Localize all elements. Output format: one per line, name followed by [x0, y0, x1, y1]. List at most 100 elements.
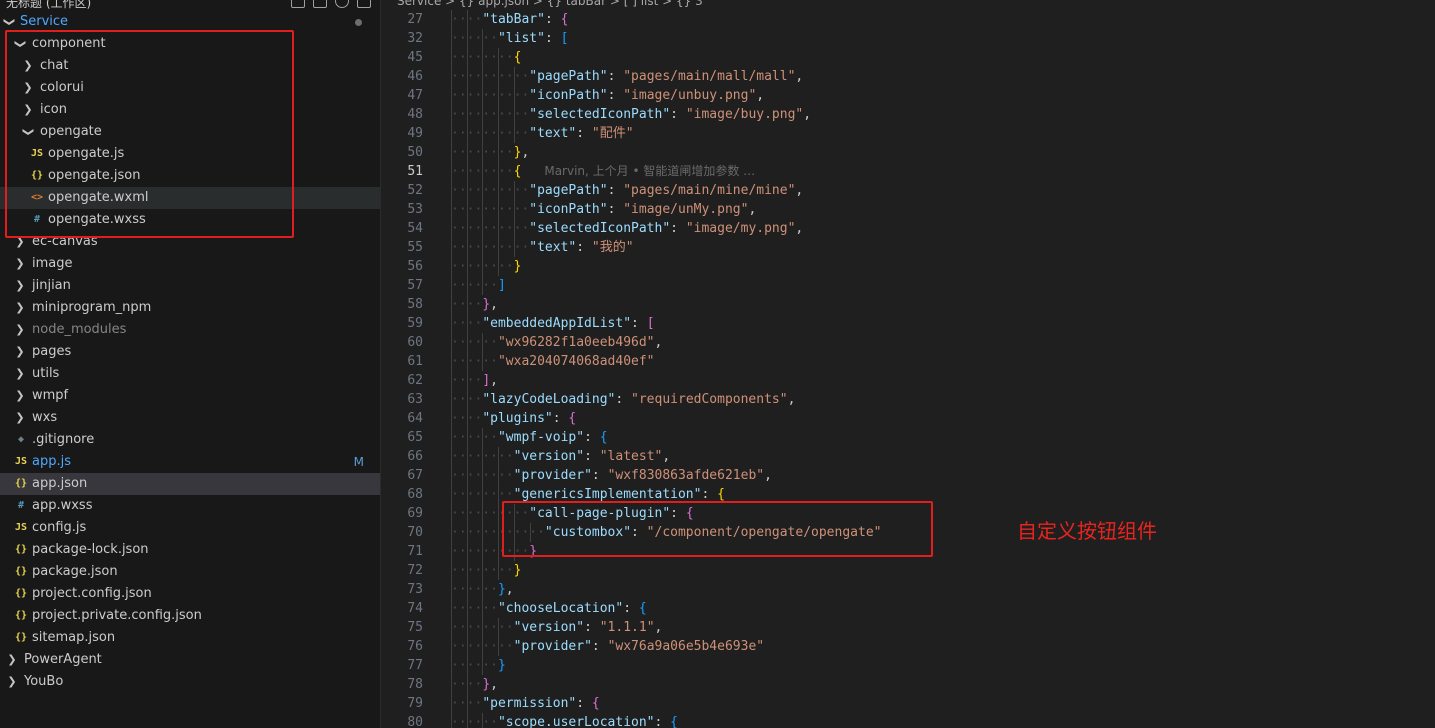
- modified-dot-icon: [355, 19, 362, 26]
- breadcrumb[interactable]: Service > {} app.json > {} tabBar > [ ] …: [397, 0, 703, 8]
- code-line[interactable]: 78 ····},: [381, 675, 1435, 694]
- chevron-right-icon: ❯: [7, 653, 17, 666]
- code-line[interactable]: 80 ······"scope.userLocation": {: [381, 713, 1435, 728]
- code-line[interactable]: 72 ········}: [381, 561, 1435, 580]
- line-number: 67: [407, 468, 423, 483]
- code-text: ····},: [451, 677, 498, 692]
- code-line[interactable]: 61 ······"wxa204074068ad40ef": [381, 352, 1435, 371]
- tree-item[interactable]: ❯ node_modules: [0, 319, 380, 341]
- code-text: ········"provider": "wx76a9a06e5b4e693e": [451, 639, 765, 654]
- code-text: ··········"pagePath": "pages/main/mine/m…: [451, 183, 804, 198]
- tree-item[interactable]: ❯ jinjian: [0, 275, 380, 297]
- code-line[interactable]: 46 ··········"pagePath": "pages/main/mall…: [381, 67, 1435, 86]
- code-line[interactable]: 75 ········"version": "1.1.1",: [381, 618, 1435, 637]
- tree-item[interactable]: JS config.js: [0, 517, 380, 539]
- code-line[interactable]: 56 ········}: [381, 257, 1435, 276]
- new-folder-icon[interactable]: [313, 0, 327, 8]
- tree-item[interactable]: {} app.json: [0, 473, 380, 495]
- refresh-icon[interactable]: [335, 0, 349, 8]
- code-line[interactable]: 64 ····"plugins": {: [381, 409, 1435, 428]
- code-line[interactable]: 62 ····],: [381, 371, 1435, 390]
- json-file-icon: {}: [14, 610, 28, 621]
- tree-item[interactable]: JS app.js M: [0, 451, 380, 473]
- code-line[interactable]: 50 ········},: [381, 143, 1435, 162]
- code-line[interactable]: 66 ········"version": "latest",: [381, 447, 1435, 466]
- code-line[interactable]: 60 ······"wx96282f1a0eeb496d",: [381, 333, 1435, 352]
- tree-item-label: YouBo: [24, 674, 64, 689]
- tree-item[interactable]: {} project.private.config.json: [0, 605, 380, 627]
- code-text: ··········"iconPath": "image/unMy.png",: [451, 202, 757, 217]
- tree-item[interactable]: ❯ pages: [0, 341, 380, 363]
- line-number: 73: [407, 582, 423, 597]
- code-text: ······"chooseLocation": {: [451, 601, 647, 616]
- code-line[interactable]: 76 ········"provider": "wx76a9a06e5b4e693…: [381, 637, 1435, 656]
- tree-item-label: project.config.json: [32, 586, 152, 601]
- code-line[interactable]: 51 ········{ Marvin, 上个月 • 智能道闸增加参数 …: [381, 162, 1435, 181]
- tree-item[interactable]: {} package.json: [0, 561, 380, 583]
- tree-item[interactable]: ❯ PowerAgent: [0, 649, 380, 671]
- highlight-box-component: [5, 30, 294, 238]
- tree-item[interactable]: ◆ .gitignore: [0, 429, 380, 451]
- code-line[interactable]: 77 ······}: [381, 656, 1435, 675]
- explorer-header: 无标题 (工作区): [0, 0, 380, 10]
- new-file-icon[interactable]: [291, 0, 305, 8]
- tree-item[interactable]: {} package-lock.json: [0, 539, 380, 561]
- code-text: ··········"text": "配件": [451, 126, 634, 141]
- tree-item[interactable]: {} project.config.json: [0, 583, 380, 605]
- collapse-all-icon[interactable]: [357, 0, 371, 8]
- tree-item-label: wxs: [32, 410, 58, 425]
- code-line[interactable]: 73 ······},: [381, 580, 1435, 599]
- code-text: ··········"pagePath": "pages/main/mall/m…: [451, 69, 804, 84]
- tree-item[interactable]: ❯ miniprogram_npm: [0, 297, 380, 319]
- code-line[interactable]: 67 ········"provider": "wxf830863afde621e…: [381, 466, 1435, 485]
- chevron-right-icon: ❯: [15, 389, 25, 402]
- tree-item[interactable]: ❯ image: [0, 253, 380, 275]
- line-number: 32: [407, 31, 423, 46]
- tree-item[interactable]: ❯ YouBo: [0, 671, 380, 693]
- chevron-right-icon: ❯: [7, 675, 17, 688]
- code-editor[interactable]: Service > {} app.json > {} tabBar > [ ] …: [381, 0, 1435, 728]
- json-file-icon: {}: [14, 632, 28, 643]
- tree-item[interactable]: ❯ utils: [0, 363, 380, 385]
- code-text: ······}: [451, 658, 506, 673]
- line-number: 54: [407, 221, 423, 236]
- line-number: 63: [407, 392, 423, 407]
- code-line[interactable]: 58 ····},: [381, 295, 1435, 314]
- code-text: ········{ Marvin, 上个月 • 智能道闸增加参数 …: [451, 164, 756, 179]
- line-number: 49: [407, 126, 423, 141]
- code-line[interactable]: 53 ··········"iconPath": "image/unMy.png"…: [381, 200, 1435, 219]
- code-line[interactable]: 45 ········{: [381, 48, 1435, 67]
- code-text: ··········"iconPath": "image/unbuy.png",: [451, 88, 765, 103]
- code-line[interactable]: 79 ····"permission": {: [381, 694, 1435, 713]
- code-text: ····],: [451, 373, 498, 388]
- tree-item[interactable]: {} sitemap.json: [0, 627, 380, 649]
- code-line[interactable]: 57 ······]: [381, 276, 1435, 295]
- code-text: ········}: [451, 259, 522, 274]
- code-line[interactable]: 65 ······"wmpf-voip": {: [381, 428, 1435, 447]
- json-file-icon: {}: [14, 544, 28, 555]
- line-number: 76: [407, 639, 423, 654]
- line-number: 65: [407, 430, 423, 445]
- tree-item-label: project.private.config.json: [32, 608, 202, 623]
- code-line[interactable]: 63 ····"lazyCodeLoading": "requiredCompon…: [381, 390, 1435, 409]
- code-line[interactable]: 74 ······"chooseLocation": {: [381, 599, 1435, 618]
- code-text: ········"provider": "wxf830863afde621eb"…: [451, 468, 772, 483]
- tree-item[interactable]: ❯ wmpf: [0, 385, 380, 407]
- code-line[interactable]: 55 ··········"text": "我的": [381, 238, 1435, 257]
- code-line[interactable]: 48 ··········"selectedIconPath": "image/b…: [381, 105, 1435, 124]
- code-line[interactable]: 32 ······"list": [: [381, 29, 1435, 48]
- code-line[interactable]: 52 ··········"pagePath": "pages/main/mine…: [381, 181, 1435, 200]
- code-line[interactable]: 59 ····"embeddedAppIdList": [: [381, 314, 1435, 333]
- code-line[interactable]: 47 ··········"iconPath": "image/unbuy.png…: [381, 86, 1435, 105]
- line-number: 69: [407, 506, 423, 521]
- code-text: ······"wx96282f1a0eeb496d",: [451, 335, 663, 350]
- tree-item-label: pages: [32, 344, 72, 359]
- code-line[interactable]: 27 ····"tabBar": {: [381, 10, 1435, 29]
- code-line[interactable]: 54 ··········"selectedIconPath": "image/m…: [381, 219, 1435, 238]
- tree-item[interactable]: ❯ wxs: [0, 407, 380, 429]
- line-number: 78: [407, 677, 423, 692]
- code-line[interactable]: 49 ··········"text": "配件": [381, 124, 1435, 143]
- code-text: ····"tabBar": {: [451, 12, 569, 27]
- chevron-right-icon: ❯: [15, 323, 25, 336]
- tree-item[interactable]: # app.wxss: [0, 495, 380, 517]
